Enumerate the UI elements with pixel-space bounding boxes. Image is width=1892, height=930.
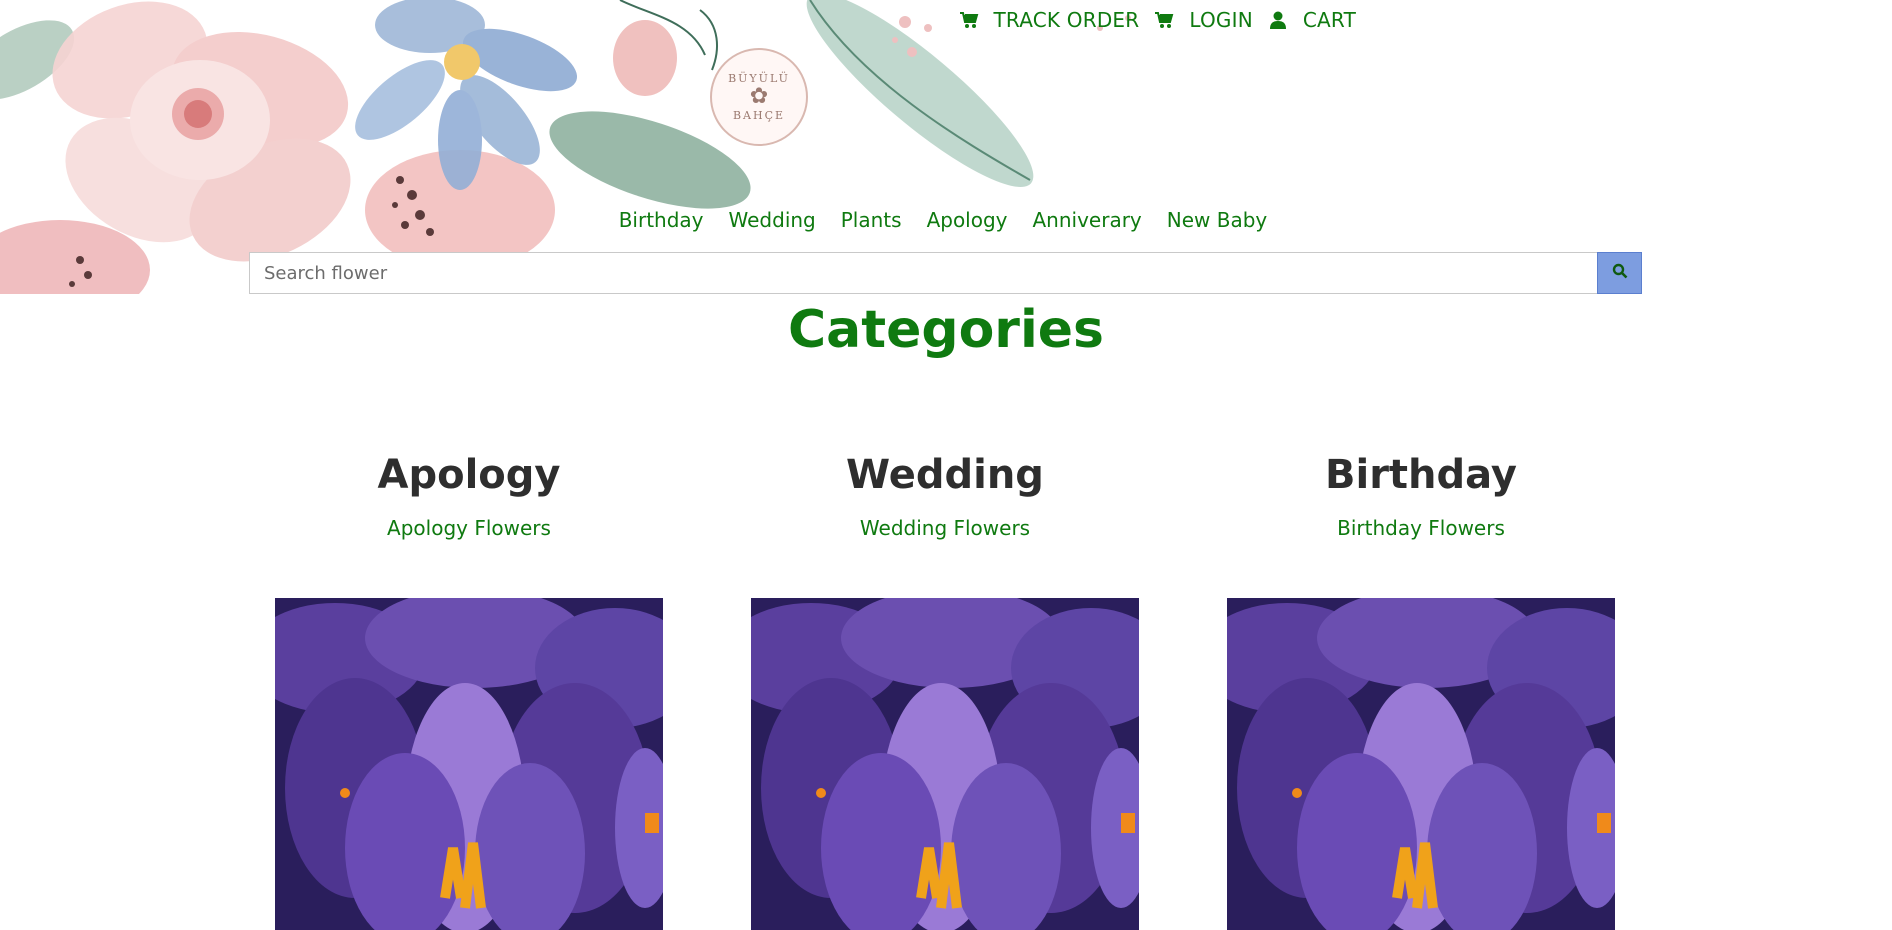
login-link[interactable]: LOGIN xyxy=(1139,8,1253,32)
category-card-wedding: Wedding Wedding Flowers xyxy=(751,448,1139,930)
rose-icon: ✿ xyxy=(749,84,769,109)
floral-header-banner: BÜYÜLÜ ✿ BAHÇE TRACK ORDER LOGIN CART xyxy=(0,0,1892,294)
search-bar xyxy=(249,252,1642,294)
purple-crocus-image[interactable] xyxy=(275,598,663,930)
top-utility-nav: TRACK ORDER LOGIN CART xyxy=(944,6,1356,34)
card-title: Birthday xyxy=(1325,452,1517,498)
search-input[interactable] xyxy=(249,252,1597,294)
site-logo[interactable]: BÜYÜLÜ ✿ BAHÇE xyxy=(710,48,808,146)
categories-heading: Categories xyxy=(787,300,1104,360)
card-link[interactable]: Wedding Flowers xyxy=(860,516,1030,540)
card-title: Apology xyxy=(377,452,561,498)
track-order-label: TRACK ORDER xyxy=(993,8,1140,32)
cart-icon xyxy=(958,9,980,31)
search-button[interactable] xyxy=(1597,252,1642,294)
nav-birthday[interactable]: Birthday xyxy=(619,208,704,232)
nav-plants[interactable]: Plants xyxy=(841,208,902,232)
card-title: Wedding xyxy=(846,452,1044,498)
logo-text-bottom: BAHÇE xyxy=(732,109,786,122)
card-link[interactable]: Birthday Flowers xyxy=(1337,516,1505,540)
category-card-birthday: Birthday Birthday Flowers xyxy=(1227,448,1615,930)
floral-watercolor-illustration xyxy=(0,0,1131,294)
cart-link[interactable]: CART xyxy=(1253,8,1356,32)
purple-crocus-image[interactable] xyxy=(1227,598,1615,930)
search-icon xyxy=(1612,263,1628,283)
cart-label: CART xyxy=(1302,8,1356,32)
cart-icon xyxy=(1153,9,1175,31)
nav-anniversary[interactable]: Anniverary xyxy=(1033,208,1142,232)
nav-wedding[interactable]: Wedding xyxy=(729,208,816,232)
card-link[interactable]: Apology Flowers xyxy=(387,516,551,540)
purple-crocus-image[interactable] xyxy=(751,598,1139,930)
user-icon xyxy=(1267,9,1289,31)
track-order-link[interactable]: TRACK ORDER xyxy=(944,8,1140,32)
login-label: LOGIN xyxy=(1189,8,1253,32)
category-nav: Birthday Wedding Plants Apology Annivera… xyxy=(0,208,1892,232)
nav-new-baby[interactable]: New Baby xyxy=(1167,208,1268,232)
category-card-apology: Apology Apology Flowers xyxy=(275,448,663,930)
nav-apology[interactable]: Apology xyxy=(927,208,1008,232)
